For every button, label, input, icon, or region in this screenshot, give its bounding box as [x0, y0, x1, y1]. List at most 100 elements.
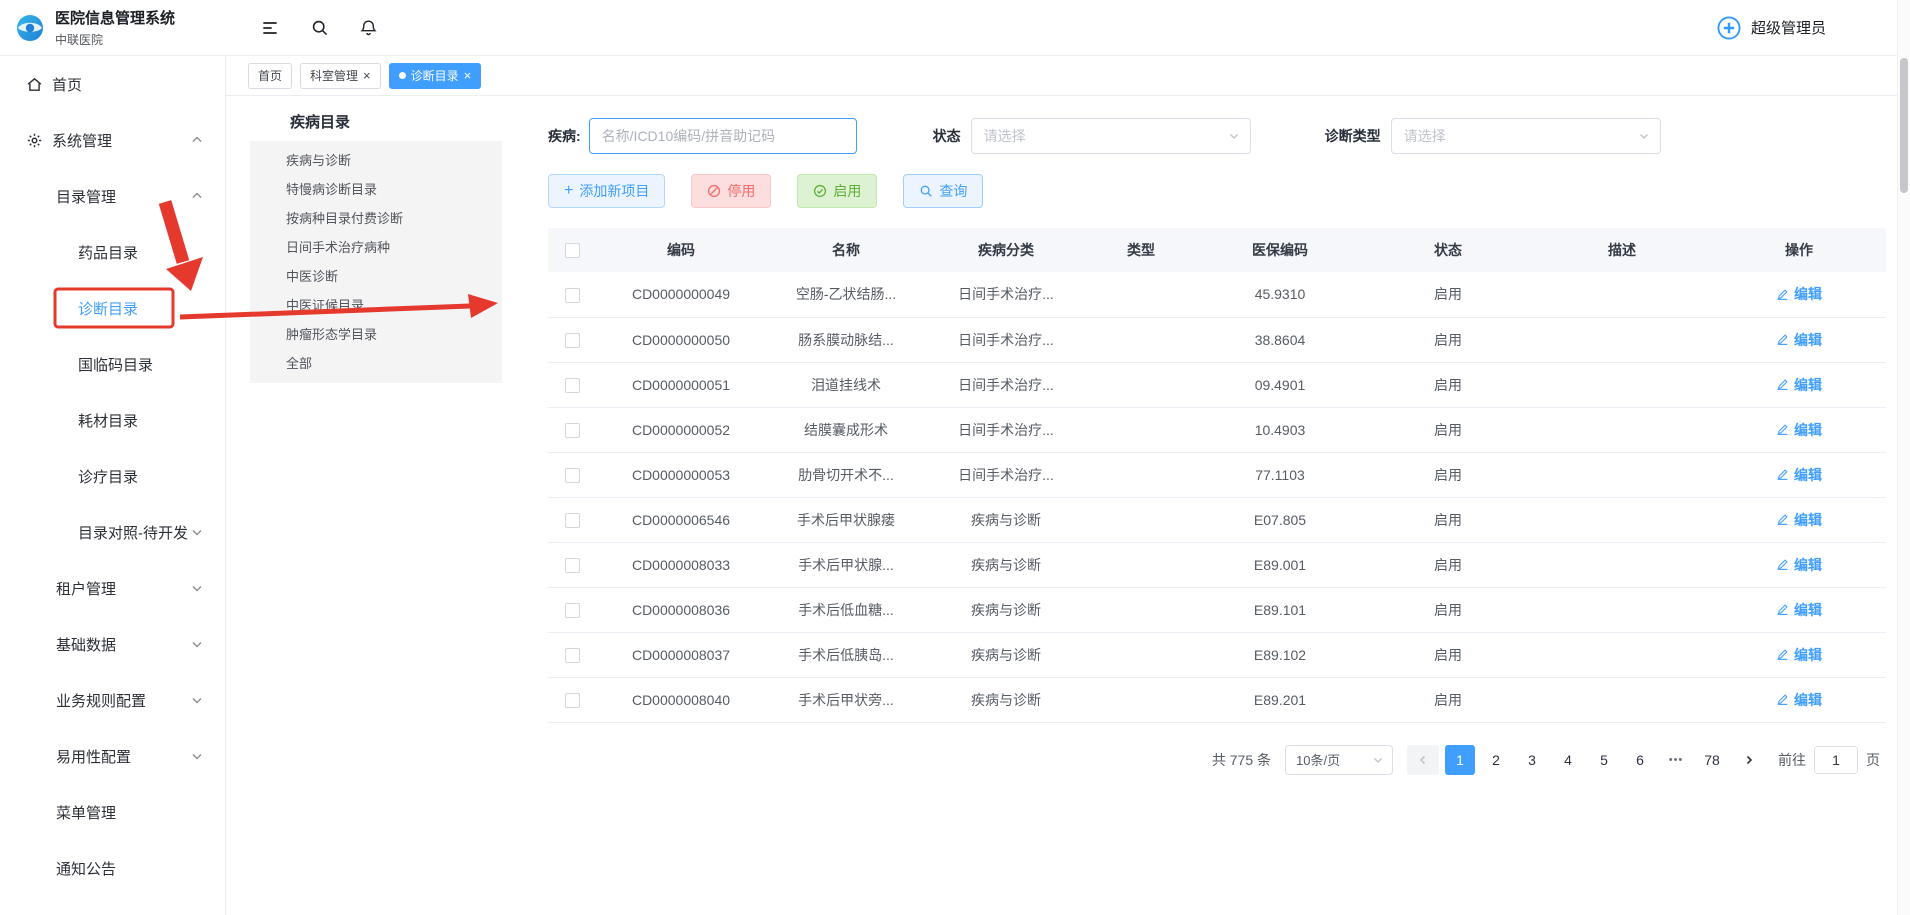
cell-desc [1532, 317, 1712, 362]
row-checkbox[interactable] [565, 603, 580, 618]
goto-label: 前往 [1778, 750, 1806, 770]
sidebar-item-label: 药品目录 [78, 242, 138, 263]
scrollbar-track[interactable] [1897, 0, 1910, 915]
tab-home[interactable]: 首页 [248, 63, 292, 89]
row-checkbox[interactable] [565, 648, 580, 663]
pagination-page-78[interactable]: 78 [1697, 745, 1727, 775]
edit-button[interactable]: 编辑 [1776, 510, 1822, 530]
user-menu[interactable]: 超级管理员 [1716, 15, 1826, 41]
catalog-item[interactable]: 日间手术治疗病种 [250, 233, 502, 262]
chevron-down-icon [191, 694, 203, 706]
pagination-page-3[interactable]: 3 [1517, 745, 1547, 775]
scrollbar-thumb[interactable] [1900, 58, 1908, 193]
pagination-ellipsis[interactable]: ••• [1661, 745, 1691, 775]
cell-type [1086, 542, 1196, 587]
sidebar-item-1[interactable]: 系统管理 [0, 112, 225, 168]
sidebar-item-0[interactable]: 首页 [0, 56, 225, 112]
edit-button[interactable]: 编辑 [1776, 375, 1822, 395]
sidebar-item-label: 菜单管理 [56, 802, 116, 823]
sidebar-item-14[interactable]: 通知公告 [0, 840, 225, 896]
disease-search-input[interactable] [589, 118, 857, 154]
cell-desc [1532, 452, 1712, 497]
row-checkbox[interactable] [565, 288, 580, 303]
sidebar-item-active[interactable]: 诊断目录 [0, 280, 225, 336]
cell-status: 启用 [1364, 407, 1532, 452]
status-select[interactable]: 请选择 [971, 118, 1251, 154]
edit-button[interactable]: 编辑 [1776, 690, 1822, 710]
cell-insurance: E89.102 [1196, 632, 1364, 677]
next-page-button[interactable] [1733, 745, 1765, 775]
row-checkbox[interactable] [565, 693, 580, 708]
sidebar-item-10[interactable]: 基础数据 [0, 616, 225, 672]
catalog-item[interactable]: 中医证候目录 [250, 291, 502, 320]
sidebar-item-6[interactable]: 耗材目录 [0, 392, 225, 448]
disable-button[interactable]: 停用 [691, 174, 771, 208]
status-filter-label: 状态 [933, 126, 961, 146]
edit-button[interactable]: 编辑 [1776, 600, 1822, 620]
tab-diagnosis-catalog[interactable]: 诊断目录 × [389, 63, 482, 89]
sidebar-item-12[interactable]: 易用性配置 [0, 728, 225, 784]
sidebar-item-label: 租户管理 [56, 578, 116, 599]
menu-collapse-icon[interactable] [260, 18, 280, 38]
close-icon[interactable]: × [363, 69, 371, 82]
page-size-select[interactable]: 10条/页 [1285, 745, 1393, 775]
edit-button[interactable]: 编辑 [1776, 465, 1822, 485]
edit-button[interactable]: 编辑 [1776, 645, 1822, 665]
edit-button[interactable]: 编辑 [1776, 555, 1822, 575]
sidebar-item-label: 通知公告 [56, 858, 116, 879]
row-checkbox[interactable] [565, 333, 580, 348]
pagination-page-4[interactable]: 4 [1553, 745, 1583, 775]
enable-button[interactable]: 启用 [797, 174, 877, 208]
add-item-button[interactable]: + 添加新项目 [548, 174, 665, 208]
row-checkbox[interactable] [565, 558, 580, 573]
toolbar: + 添加新项目 停用 启用 [548, 174, 1886, 208]
brand-titles: 医院信息管理系统 中联医院 [55, 7, 175, 48]
sidebar-item-8[interactable]: 目录对照-待开发 [0, 504, 225, 560]
row-checkbox[interactable] [565, 378, 580, 393]
diagnosis-type-select[interactable]: 请选择 [1391, 118, 1661, 154]
sidebar-item-label: 系统管理 [52, 130, 112, 151]
sidebar-item-11[interactable]: 业务规则配置 [0, 672, 225, 728]
catalog-item[interactable]: 中医诊断 [250, 262, 502, 291]
sidebar-item-7[interactable]: 诊疗目录 [0, 448, 225, 504]
sidebar-item-2[interactable]: 目录管理 [0, 168, 225, 224]
tab-department-management[interactable]: 科室管理 × [300, 63, 381, 89]
edit-button[interactable]: 编辑 [1776, 330, 1822, 350]
col-header-actions: 操作 [1712, 228, 1886, 272]
prev-page-button[interactable] [1407, 745, 1439, 775]
sidebar-item-5[interactable]: 国临码目录 [0, 336, 225, 392]
row-checkbox[interactable] [565, 468, 580, 483]
pagination-page-1[interactable]: 1 [1445, 745, 1475, 775]
bell-icon[interactable] [359, 18, 378, 37]
query-button[interactable]: 查询 [903, 174, 983, 208]
catalog-item[interactable]: 疾病与诊断 [250, 146, 502, 175]
catalog-item[interactable]: 特慢病诊断目录 [250, 175, 502, 204]
brand: 医院信息管理系统 中联医院 [0, 7, 214, 48]
cell-desc [1532, 362, 1712, 407]
select-all-checkbox[interactable] [565, 243, 580, 258]
chevron-up-icon [191, 134, 203, 146]
search-icon[interactable] [310, 18, 329, 37]
edit-icon [1776, 423, 1789, 436]
catalog-item[interactable]: 全部 [250, 349, 502, 378]
active-tab-dot [399, 72, 406, 79]
sidebar-item-13[interactable]: 菜单管理 [0, 784, 225, 840]
cell-category: 日间手术治疗... [926, 317, 1086, 362]
goto-page-input[interactable] [1814, 746, 1858, 774]
edit-button[interactable]: 编辑 [1776, 284, 1822, 304]
cell-code: CD0000006546 [596, 497, 766, 542]
catalog-item[interactable]: 肿瘤形态学目录 [250, 320, 502, 349]
cell-name: 手术后甲状腺瘘 [766, 497, 926, 542]
row-checkbox[interactable] [565, 423, 580, 438]
sidebar-item-3[interactable]: 药品目录 [0, 224, 225, 280]
pagination-page-5[interactable]: 5 [1589, 745, 1619, 775]
pagination-page-6[interactable]: 6 [1625, 745, 1655, 775]
row-checkbox[interactable] [565, 513, 580, 528]
cell-category: 日间手术治疗... [926, 362, 1086, 407]
sidebar-item-9[interactable]: 租户管理 [0, 560, 225, 616]
tab-bar: 首页 科室管理 × 诊断目录 × [226, 56, 1910, 96]
close-icon[interactable]: × [464, 69, 472, 82]
pagination-page-2[interactable]: 2 [1481, 745, 1511, 775]
edit-button[interactable]: 编辑 [1776, 420, 1822, 440]
catalog-item[interactable]: 按病种目录付费诊断 [250, 204, 502, 233]
